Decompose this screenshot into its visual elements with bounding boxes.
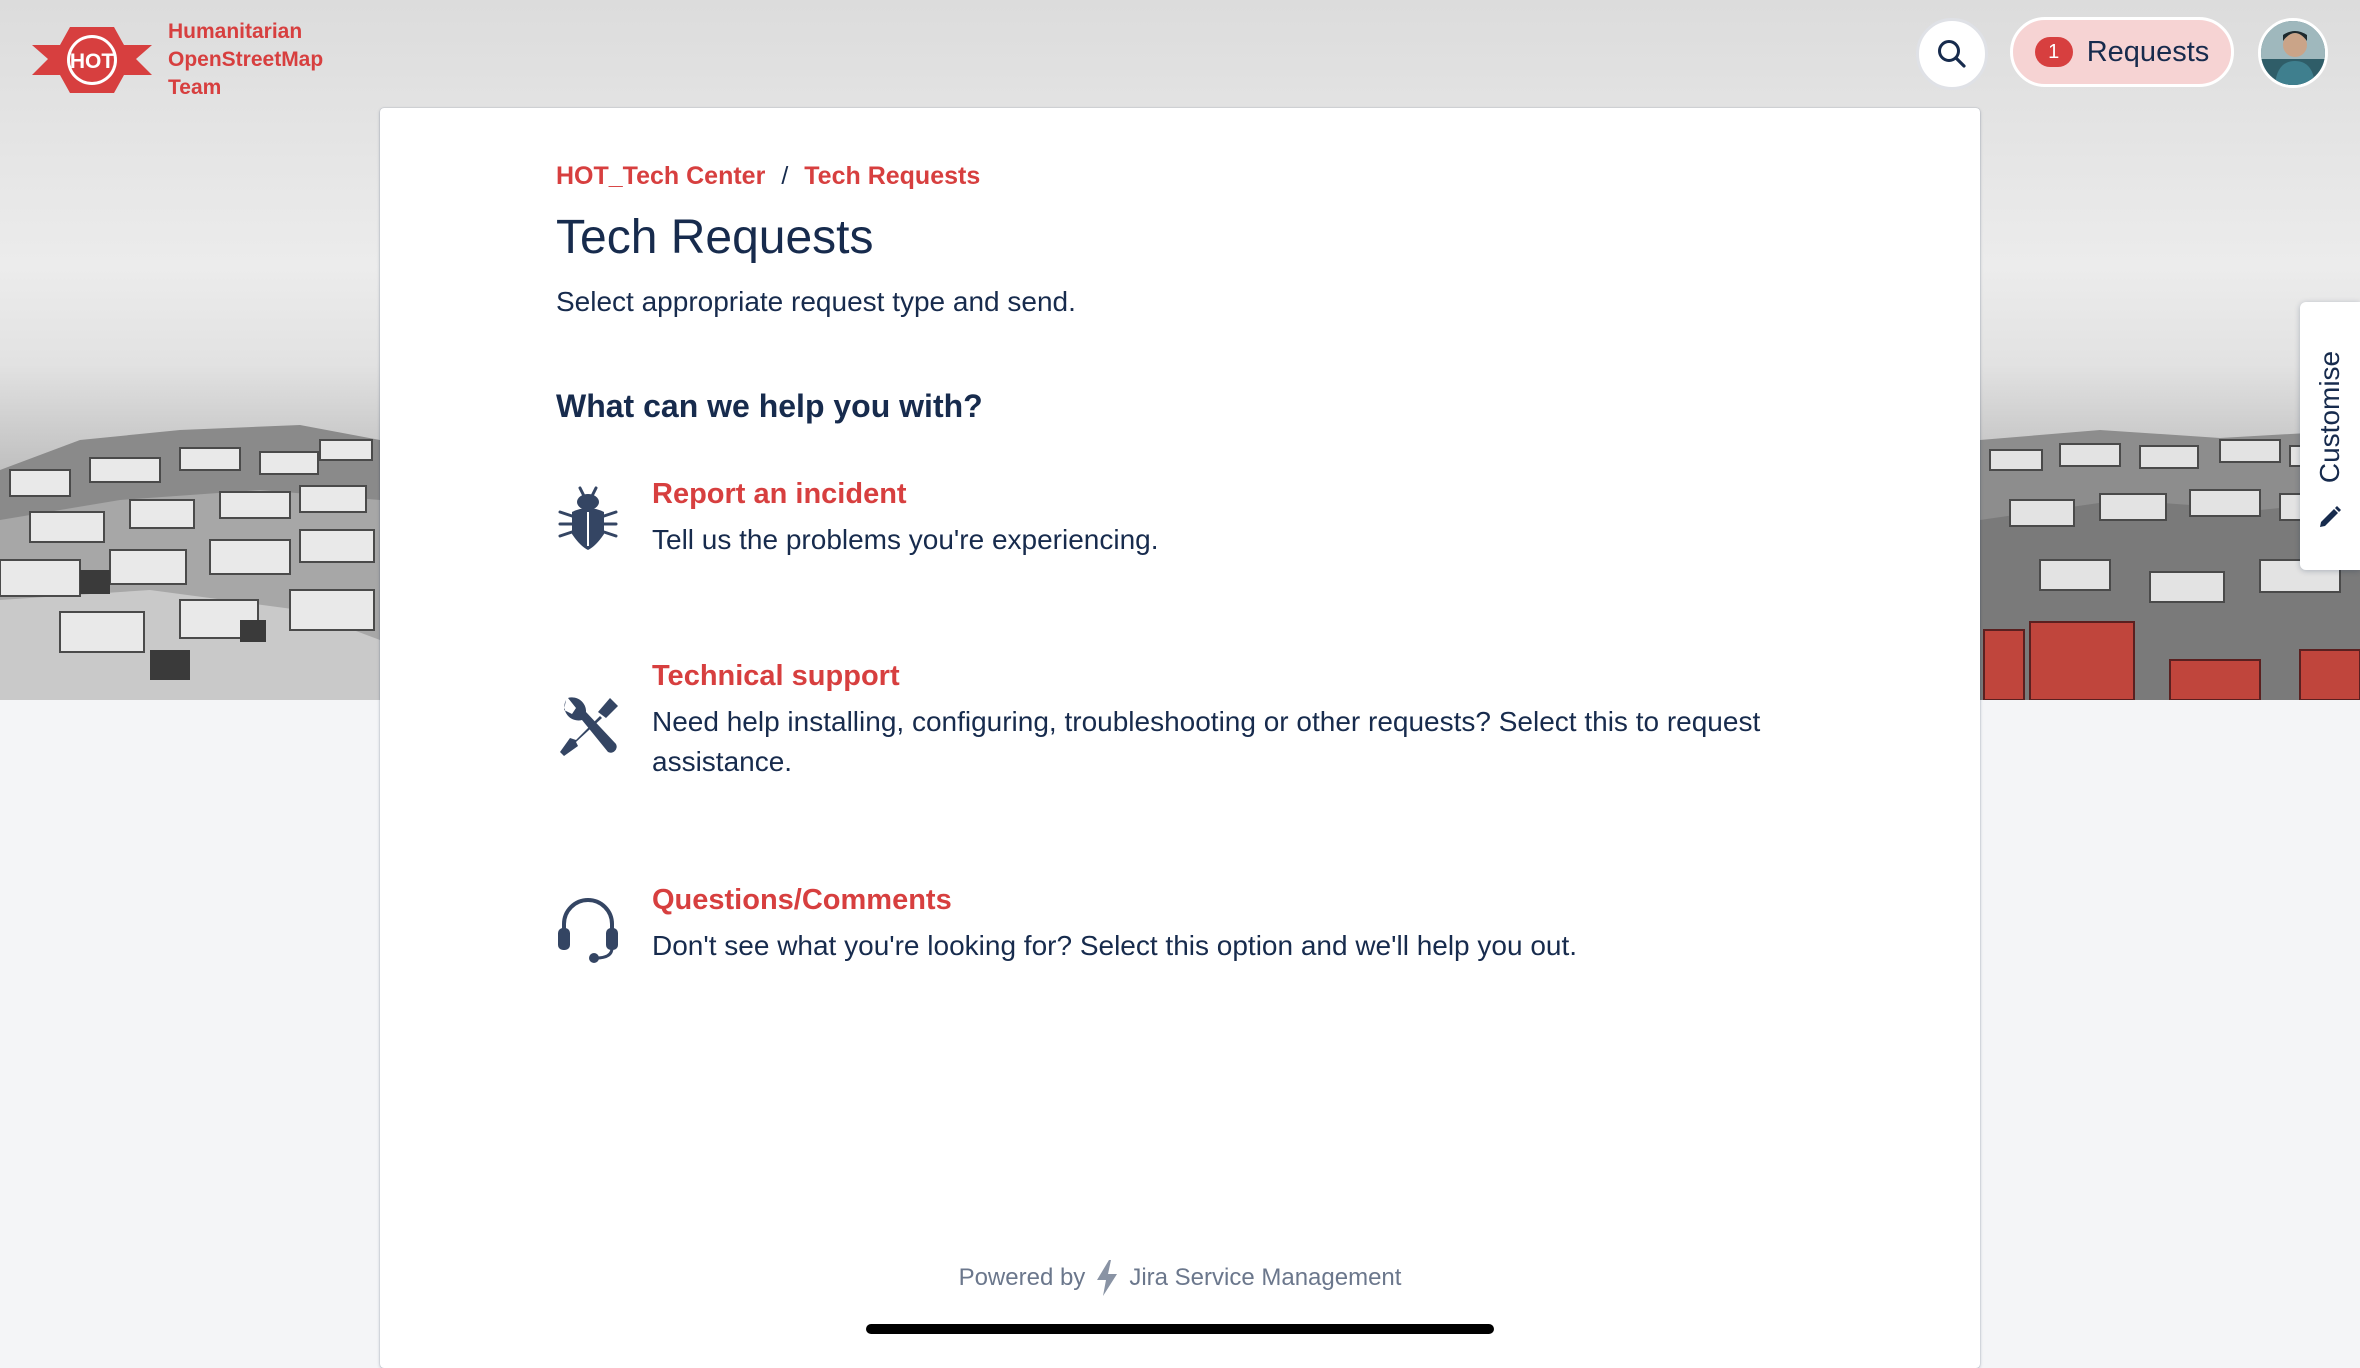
customise-label: Customise [2314,350,2345,484]
requests-button[interactable]: 1 Requests [2010,17,2234,87]
customise-tab[interactable]: Customise [2300,302,2360,570]
request-type-report-incident[interactable]: Report an incident Tell us the problems … [556,478,1816,562]
help-heading: What can we help you with? [556,388,983,424]
brand-name-line: Team [168,76,222,99]
breadcrumb-link-portal[interactable]: Tech Requests [804,162,980,191]
request-type-questions-comments[interactable]: Questions/Comments Don't see what you're… [556,884,1816,968]
page-title: Tech Requests [556,211,874,264]
portal-card: HOT_Tech Center / Tech Requests Tech Req… [380,108,1980,1368]
bug-icon [558,486,618,550]
search-icon [1938,40,1966,68]
avatar[interactable] [2258,18,2328,88]
tools-icon [560,697,618,756]
breadcrumb-separator: / [781,162,789,190]
powered-by-product[interactable]: Jira Service Management [1129,1264,1401,1292]
hot-logo-icon: HOT [32,27,152,93]
home-indicator [866,1324,1494,1334]
request-type-description: Tell us the problems you're experiencing… [652,524,1159,555]
request-type-description: Need help installing, configuring, troub… [652,706,1761,777]
request-type-title[interactable]: Questions/Comments [652,884,952,917]
powered-by-footer: Powered by Jira Service Management [380,1260,1980,1296]
requests-count-badge: 1 [2034,37,2073,67]
breadcrumb-link-help-center[interactable]: HOT_Tech Center [556,162,765,191]
powered-by-label: Powered by [958,1264,1086,1291]
page-description: Select appropriate request type and send… [556,286,1076,317]
pencil-icon [2320,506,2341,527]
avatar-image [2261,21,2325,85]
request-type-description: Don't see what you're looking for? Selec… [652,930,1578,961]
svg-text:HOT: HOT [70,50,115,73]
request-type-title[interactable]: Report an incident [652,478,907,511]
brand-name-line: Humanitarian [168,20,303,43]
brand-name-line: OpenStreetMap [168,48,324,71]
search-button[interactable] [1916,18,1988,90]
request-type-title[interactable]: Technical support [652,660,900,693]
request-type-technical-support[interactable]: Technical support Need help installing, … [556,660,1816,784]
jira-lightning-icon [1097,1260,1118,1296]
breadcrumb: HOT_Tech Center / Tech Requests [556,162,980,191]
brand-name: Humanitarian OpenStreetMap Team [168,18,323,102]
hot-logo[interactable]: HOT Humanitarian OpenStreetMap Team [32,18,323,102]
requests-label: Requests [2086,35,2210,68]
headset-icon [558,898,618,963]
